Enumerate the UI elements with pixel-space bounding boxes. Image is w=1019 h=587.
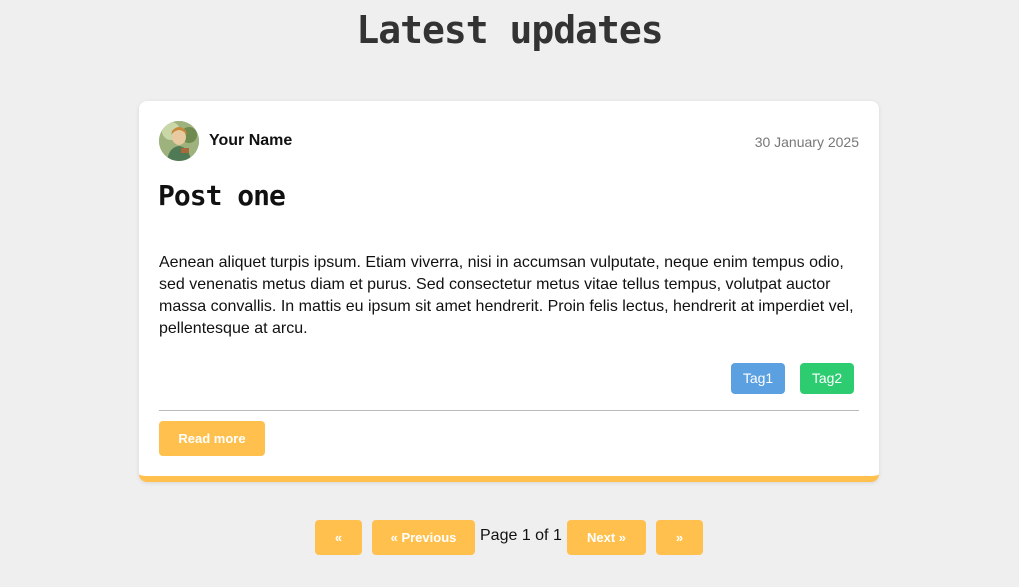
post-date: 30 January 2025 — [754, 134, 859, 150]
post-title: Post one — [158, 179, 286, 212]
post-card: Your Name 30 January 2025 Post one Aenea… — [139, 101, 879, 482]
first-page-button[interactable]: « — [315, 520, 362, 555]
tag-1[interactable]: Tag1 — [731, 363, 785, 394]
tag-2[interactable]: Tag2 — [800, 363, 854, 394]
divider — [159, 410, 859, 411]
read-more-button[interactable]: Read more — [159, 421, 265, 456]
page-title: Latest updates — [356, 8, 663, 52]
page-info: Page 1 of 1 — [480, 527, 562, 544]
post-body: Aenean aliquet turpis ipsum. Etiam viver… — [159, 254, 854, 337]
user-avatar-icon — [159, 121, 199, 161]
next-page-button[interactable]: Next » — [567, 520, 646, 555]
author-name: Your Name — [209, 132, 293, 149]
previous-page-button[interactable]: « Previous — [372, 520, 475, 555]
last-page-button[interactable]: » — [656, 520, 703, 555]
